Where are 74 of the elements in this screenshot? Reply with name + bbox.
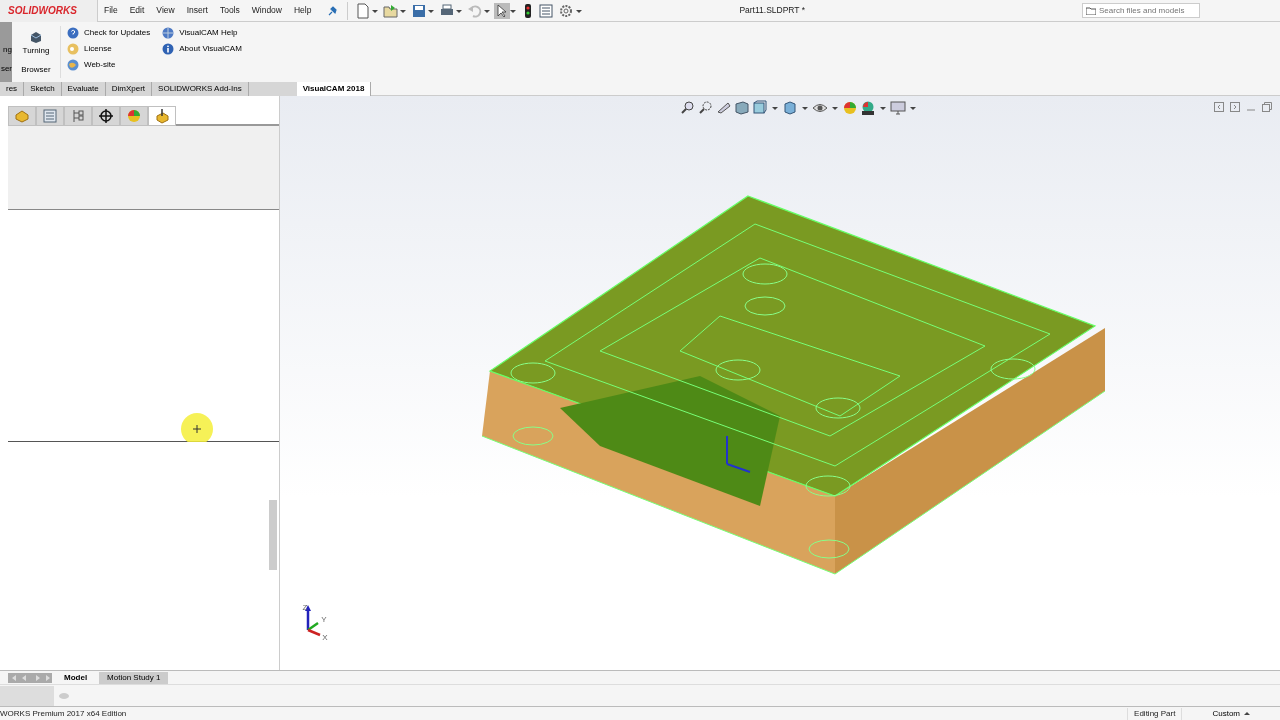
configuration-icon <box>70 108 86 124</box>
ribbon-item[interactable]: Web-site <box>67 59 151 71</box>
caret-icon[interactable] <box>456 7 463 14</box>
crosshair-icon <box>98 108 114 124</box>
settings-icon[interactable] <box>559 3 574 18</box>
part-icon <box>14 108 30 124</box>
status-text: Editing Part <box>1127 707 1183 720</box>
appearance-icon[interactable] <box>842 100 858 116</box>
info-icon <box>162 43 175 55</box>
ribbon-item[interactable]: License <box>67 43 151 55</box>
document-title: Part11.SLDPRT * <box>738 4 807 17</box>
appearance-icon <box>126 108 142 124</box>
caret-icon[interactable] <box>832 105 838 111</box>
globe-icon <box>67 59 79 71</box>
scene-icon[interactable] <box>860 100 876 116</box>
menu-item[interactable]: Window <box>245 4 288 17</box>
caret-icon[interactable] <box>880 105 886 111</box>
globe-icon <box>162 27 175 39</box>
command-tab[interactable]: res <box>0 82 25 96</box>
caret-icon[interactable] <box>576 7 583 14</box>
caret-icon[interactable] <box>772 105 778 111</box>
view-orientation-icon[interactable] <box>752 100 768 116</box>
caret-icon[interactable] <box>484 7 491 14</box>
help-icon <box>67 27 79 39</box>
command-tab[interactable]: SOLIDWORKS Add-Ins <box>152 82 249 96</box>
menu-item[interactable]: Tools <box>213 4 246 17</box>
zoom-area-icon[interactable] <box>698 100 714 116</box>
app-logo: SOLIDWORKS <box>0 0 98 22</box>
panel-right-icon[interactable] <box>1230 102 1240 112</box>
menu-item[interactable]: File <box>98 4 124 17</box>
bottom-tab[interactable]: Motion Study 1 <box>99 671 169 684</box>
caret-icon[interactable] <box>510 7 517 14</box>
restore-icon[interactable] <box>1262 102 1272 112</box>
monitor-icon[interactable] <box>890 100 906 116</box>
command-tab[interactable]: VisualCAM 2018 <box>296 82 372 96</box>
save-icon[interactable] <box>411 2 428 19</box>
zoom-icon[interactable] <box>680 100 696 116</box>
pin-icon[interactable] <box>327 4 338 17</box>
menu-item[interactable]: Help <box>288 4 318 17</box>
axis-label: Y <box>321 615 327 624</box>
caret-icon[interactable] <box>400 7 407 14</box>
command-tab[interactable]: DimXpert <box>105 82 153 96</box>
property-list-icon <box>42 108 58 124</box>
scrollbar-thumb[interactable] <box>269 500 277 570</box>
pointer-icon[interactable] <box>494 2 511 19</box>
panel-left-icon[interactable] <box>1214 102 1224 112</box>
axis-label: X <box>322 633 328 642</box>
box-icon <box>29 30 43 45</box>
command-tab[interactable]: Evaluate <box>61 82 106 96</box>
folder-icon <box>1086 7 1096 15</box>
bottom-tab[interactable]: Model <box>56 671 96 684</box>
triad-drawing <box>305 605 321 637</box>
search-field[interactable]: Search files and models <box>1082 3 1200 18</box>
panel-tab[interactable] <box>148 106 176 126</box>
caret-icon[interactable] <box>428 7 435 14</box>
caret-icon[interactable] <box>910 105 916 111</box>
units-dropdown[interactable]: Custom <box>1212 707 1240 720</box>
command-tab[interactable]: Sketch <box>24 82 62 96</box>
caret-icon[interactable] <box>802 105 808 111</box>
ribbon-item[interactable]: VisualCAM Help <box>162 27 242 39</box>
display-style-icon[interactable] <box>782 100 798 116</box>
caret-icon[interactable] <box>1244 710 1250 717</box>
traffic-light-icon[interactable] <box>524 3 533 18</box>
menu-item[interactable]: View <box>150 4 181 17</box>
axis-label: Z <box>302 603 308 612</box>
ribbon-item[interactable]: About VisualCAM <box>162 43 242 55</box>
menu-item[interactable]: Insert <box>180 4 214 17</box>
panel-tab[interactable] <box>92 106 120 126</box>
caret-icon[interactable] <box>372 7 379 14</box>
cam-part-icon <box>154 108 170 124</box>
section-view-icon[interactable] <box>734 100 750 116</box>
ribbon-item[interactable]: Check for Updates <box>67 27 151 39</box>
menu-item[interactable]: Edit <box>123 4 151 17</box>
status-text: WORKS Premium 2017 x64 Edition <box>0 707 127 720</box>
